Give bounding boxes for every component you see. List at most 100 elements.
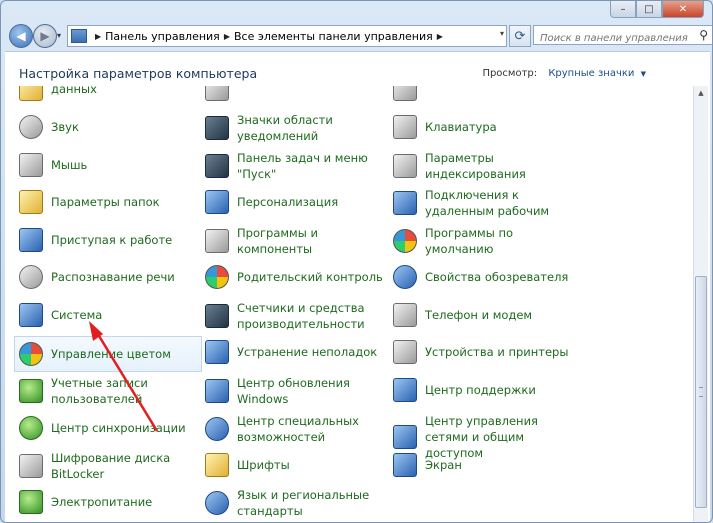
control-panel-item-label: Экран [425, 458, 462, 472]
control-panel-item[interactable]: Центр поддержки [393, 375, 571, 405]
notification-icons-icon [205, 116, 229, 140]
control-panel-item[interactable]: Центр обновления Windows [205, 375, 383, 407]
control-panel-item-label: Центр поддержки [425, 383, 536, 397]
control-panel-item[interactable]: Экран [393, 450, 571, 480]
control-panel-item-label: Свойства обозревателя [425, 270, 569, 284]
minimize-button[interactable]: – [610, 1, 636, 18]
troubleshooting-icon [205, 340, 229, 364]
scroll-up-arrow[interactable]: ▲ [694, 86, 708, 100]
control-panel-item[interactable]: Мышь [19, 150, 197, 180]
control-panel-item[interactable]: Устройства и принтеры [393, 337, 571, 367]
indexing-icon [393, 154, 417, 178]
control-panel-item-label: Устранение неполадок [237, 345, 378, 359]
control-panel-item[interactable]: Система [19, 300, 197, 330]
default-programs-icon [393, 229, 417, 253]
control-panel-item[interactable]: Центр синхронизации [19, 413, 197, 443]
page-title: Настройка параметров компьютера [19, 66, 258, 81]
mouse-icon [19, 153, 43, 177]
refresh-button[interactable]: ⟳ [509, 25, 531, 47]
control-panel-item-label: Программы и компоненты [237, 226, 318, 256]
control-panel-item[interactable]: Программы и компоненты [205, 225, 383, 257]
control-panel-item[interactable]: Программы по умолчанию [393, 225, 571, 257]
control-panel-item-label: данных [51, 86, 97, 96]
control-panel-item-label: Управление цветом [51, 347, 171, 361]
control-panel-item[interactable]: Свойства обозревателя [393, 262, 571, 292]
control-panel-item-label: Центр синхронизации [51, 421, 186, 435]
address-dropdown-icon[interactable]: ▾ [500, 29, 504, 38]
control-panel-item[interactable]: Приступая к работе [19, 225, 197, 255]
microphone-icon [19, 265, 43, 289]
close-button[interactable]: ✕ [662, 1, 704, 18]
chevron-down-icon[interactable]: ▼ [641, 70, 646, 78]
maximize-button[interactable]: □ [636, 1, 662, 18]
control-panel-item[interactable]: Учетные записи пользователей [19, 375, 197, 407]
control-panel-item[interactable]: Шрифты [205, 450, 383, 480]
recent-pages-dropdown[interactable]: ▾ [57, 31, 61, 40]
phone-modem-icon [393, 303, 417, 327]
control-panel-item[interactable] [205, 86, 383, 104]
back-arrow-icon: ◀ [16, 29, 26, 43]
vertical-scrollbar[interactable]: ▲ [693, 86, 708, 522]
control-panel-item-label: Родительский контроль [237, 270, 383, 284]
search-box[interactable]: ⚲ [533, 25, 712, 48]
control-panel-item-label: Приступая к работе [51, 233, 173, 247]
control-panel-item[interactable]: Клавиатура [393, 112, 571, 142]
control-panel-item[interactable]: Параметры индексирования [393, 150, 571, 182]
control-panel-item[interactable]: Язык и региональные стандарты [205, 487, 383, 519]
control-panel-item[interactable]: Шифрование диска BitLocker [19, 450, 197, 482]
control-panel-item-label: Счетчики и средства производительности [237, 301, 365, 331]
breadcrumb-arrow-icon[interactable]: ▶ [224, 32, 230, 41]
control-panel-item-label: Центр специальных возможностей [237, 414, 359, 444]
power-options-icon [19, 490, 43, 514]
forward-button[interactable]: ▶ [33, 24, 57, 48]
getting-started-icon [19, 228, 43, 252]
control-panel-item[interactable]: Звук [19, 112, 197, 142]
breadcrumb-item[interactable]: Панель управления [105, 30, 220, 43]
ease-of-access-icon [205, 417, 229, 441]
action-center-icon [393, 378, 417, 402]
speaker-icon [19, 115, 43, 139]
parental-controls-icon [205, 265, 229, 289]
control-panel-item[interactable]: Параметры папок [19, 187, 197, 217]
control-panel-item[interactable]: Устранение неполадок [205, 337, 383, 367]
breadcrumb-item[interactable]: Все элементы панели управления [234, 30, 433, 43]
control-panel-item[interactable]: Персонализация [205, 187, 383, 217]
keyboard-icon [393, 115, 417, 139]
control-panel-item[interactable]: Подключения к удаленным рабочим [393, 187, 571, 219]
control-panel-item[interactable]: Значки области уведомлений [205, 112, 383, 144]
control-panel-item[interactable]: Распознавание речи [19, 262, 197, 292]
computer-icon [19, 303, 43, 327]
breadcrumb-arrow-icon[interactable]: ▶ [95, 32, 101, 41]
window-buttons: – □ ✕ [610, 1, 704, 18]
control-panel-item-label: Значки области уведомлений [237, 113, 333, 143]
control-panel-item[interactable]: Телефон и модем [393, 300, 571, 330]
personalization-icon [205, 190, 229, 214]
control-panel-item-label: Персонализация [237, 195, 339, 209]
control-panel-item[interactable]: Управление цветом [14, 336, 202, 372]
control-panel-item-label: Параметры индексирования [425, 151, 526, 181]
control-panel-item[interactable]: данных [19, 86, 197, 104]
control-panel-item[interactable] [393, 86, 571, 104]
view-by-dropdown[interactable]: Крупные значки [548, 68, 634, 79]
view-by: Просмотр: Крупные значки ▼ [482, 68, 646, 79]
taskbar-icon [205, 154, 229, 178]
partial-icon [205, 86, 229, 101]
control-panel-item-label: Подключения к удаленным рабочим [425, 188, 550, 218]
scroll-thumb[interactable] [695, 276, 707, 508]
search-icon[interactable]: ⚲ [699, 28, 708, 42]
control-panel-item-label: Устройства и принтеры [425, 345, 569, 359]
control-panel-item[interactable]: Счетчики и средства производительности [205, 300, 383, 332]
control-panel-item[interactable]: Панель задач и меню "Пуск" [205, 150, 383, 182]
breadcrumb-arrow-icon[interactable]: ▶ [437, 32, 443, 41]
internet-options-icon [393, 265, 417, 289]
search-input[interactable] [538, 29, 692, 48]
control-panel-item-label: Учетные записи пользователей [51, 376, 148, 406]
back-button[interactable]: ◀ [9, 24, 33, 48]
control-panel-item[interactable]: Центр специальных возможностей [205, 413, 383, 445]
control-panel-item-label: Параметры папок [51, 195, 160, 209]
fonts-icon [205, 453, 229, 477]
control-panel-item[interactable]: Электропитание [19, 487, 197, 517]
address-bar[interactable]: ▶ Панель управления ▶ Все элементы панел… [67, 25, 507, 47]
programs-features-icon [205, 229, 229, 253]
control-panel-item[interactable]: Родительский контроль [205, 262, 383, 292]
